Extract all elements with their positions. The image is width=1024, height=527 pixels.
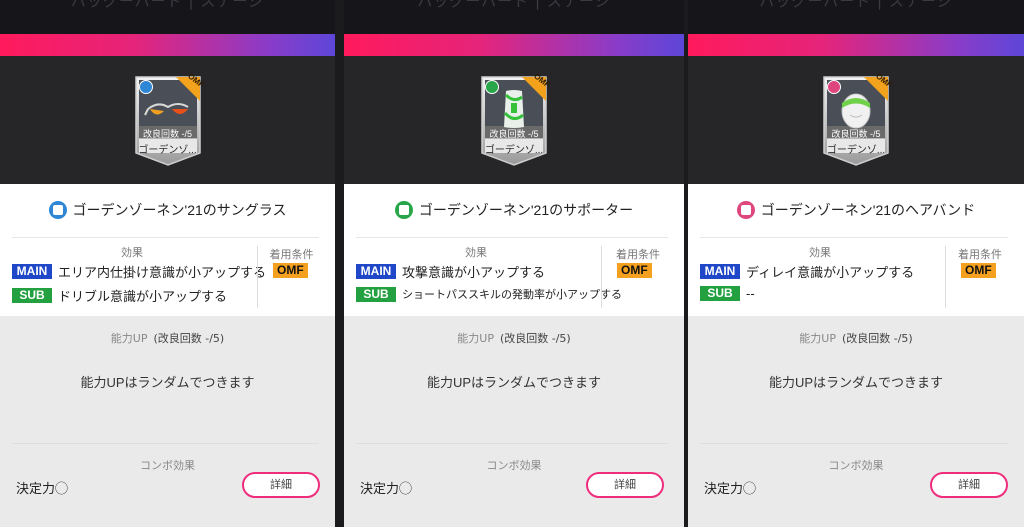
header-gradient-bar bbox=[0, 34, 335, 56]
item-panel-headband: バッグーバード | ステージ OMF 改良回数 -/5 ゴーデンゾ... ゴーデ… bbox=[688, 0, 1024, 527]
card-refine-count: 改良回数 -/5 bbox=[489, 129, 539, 139]
main-effect-text: 攻撃意識が小アップする bbox=[402, 265, 546, 280]
item-panel-sunglasses: バッグーバード | ステージ OMF 改良回数 -/5 ゴーデンゾ... ゴーデ… bbox=[0, 0, 335, 527]
effects-section: 効果 MAIN 攻撃意識が小アップする SUB ショートパススキルの発動率が小ア… bbox=[356, 237, 668, 310]
card-refine-count: 改良回数 -/5 bbox=[142, 129, 192, 139]
effects-section: 効果 MAIN エリア内仕掛け意識が小アップする SUB ドリブル意識が小アップ… bbox=[12, 237, 319, 310]
sub-tag: SUB bbox=[356, 286, 396, 302]
item-title-row: ゴーデンゾーネン'21のヘアバンド bbox=[688, 197, 1024, 223]
top-strip: バッグーバード | ステージ bbox=[0, 0, 335, 34]
item-title: ゴーデンゾーネン'21のヘアバンド bbox=[760, 202, 976, 218]
supporter-icon bbox=[503, 90, 524, 128]
sub-tag: SUB bbox=[700, 286, 740, 301]
item-card[interactable]: OMF 改良回数 -/5 ゴーデンゾ... bbox=[134, 71, 205, 167]
sub-effect-text: ショートパススキルの発動率が小アップする bbox=[402, 289, 622, 301]
combo-divider bbox=[12, 443, 319, 444]
main-tag: MAIN bbox=[700, 264, 740, 279]
condition-position-badge: OMF bbox=[273, 263, 308, 278]
combo-effect-text: 決定力◯ bbox=[16, 481, 69, 496]
sub-effect-row: SUB ショートパススキルの発動率が小アップする bbox=[356, 286, 622, 302]
shirt-category-icon bbox=[736, 201, 755, 219]
condition-position-badge: OMF bbox=[617, 263, 652, 278]
sub-tag: SUB bbox=[12, 288, 52, 303]
ability-up-note: 能力UPはランダムでつきます bbox=[426, 375, 602, 390]
sunglasses-icon bbox=[143, 103, 189, 116]
sub-effect-row: SUB -- bbox=[700, 286, 755, 301]
vertical-divider bbox=[945, 246, 946, 308]
effects-section: 効果 MAIN ディレイ意識が小アップする SUB -- 着用条件 OMF bbox=[700, 237, 1008, 310]
ability-up-refine: (改良回数 -/5) bbox=[499, 332, 571, 345]
sub-effect-text: -- bbox=[746, 286, 755, 301]
ability-section: 能力UP (改良回数 -/5) 能力UPはランダムでつきます コンボ効果 決定力◯… bbox=[688, 316, 1024, 527]
main-tag: MAIN bbox=[356, 264, 396, 279]
main-effect-text: エリア内仕掛け意識が小アップする bbox=[58, 265, 267, 280]
main-tag: MAIN bbox=[12, 264, 52, 279]
ability-up-heading: 能力UP (改良回数 -/5) bbox=[0, 330, 335, 346]
item-title-row: ゴーデンゾーネン'21のサングラス bbox=[0, 197, 335, 223]
card-refine-count: 改良回数 -/5 bbox=[831, 129, 881, 139]
header-gradient-bar bbox=[688, 34, 1024, 56]
header-gradient-bar bbox=[344, 34, 684, 56]
detail-button[interactable]: 詳細 bbox=[242, 472, 320, 498]
top-strip: バッグーバード | ステージ bbox=[688, 0, 1024, 34]
faded-stage-title: バッグーバード | ステージ bbox=[70, 0, 265, 10]
combo-effect-text: 決定力◯ bbox=[360, 481, 413, 496]
sub-effect-row: SUB ドリブル意識が小アップする bbox=[12, 286, 227, 305]
item-title-row: ゴーデンゾーネン'21のサポーター bbox=[344, 197, 684, 223]
card-header-area: OMF 改良回数 -/5 ゴーデンゾ... bbox=[688, 56, 1024, 184]
ability-up-label: 能力UP bbox=[799, 332, 836, 345]
combo-heading: コンボ効果 bbox=[140, 459, 195, 472]
combo-heading: コンボ効果 bbox=[486, 459, 542, 472]
effects-heading: 効果 bbox=[809, 246, 831, 259]
faded-stage-title: バッグーバード | ステージ bbox=[759, 0, 953, 10]
condition-position-badge: OMF bbox=[961, 263, 996, 278]
card-name: ゴーデンゾ... bbox=[138, 145, 197, 156]
ability-up-label: 能力UP bbox=[457, 332, 494, 345]
condition-heading: 着用条件 bbox=[616, 248, 660, 261]
ability-section: 能力UP (改良回数 -/5) 能力UPはランダムでつきます コンボ効果 決定力◯… bbox=[0, 316, 335, 527]
main-effect-row: MAIN エリア内仕掛け意識が小アップする bbox=[12, 262, 266, 281]
combo-heading: コンボ効果 bbox=[828, 459, 884, 472]
card-name: ゴーデンゾ... bbox=[484, 145, 544, 156]
condition-heading: 着用条件 bbox=[269, 248, 314, 261]
ability-up-refine: (改良回数 -/5) bbox=[841, 332, 913, 345]
item-panel-supporter: バッグーバード | ステージ OMF 改良回数 -/5 ゴーデンゾ... ゴーデ… bbox=[344, 0, 684, 527]
main-effect-text: ディレイ意識が小アップする bbox=[746, 265, 915, 280]
main-effect-row: MAIN 攻撃意識が小アップする bbox=[356, 262, 545, 281]
card-header-area: OMF 改良回数 -/5 ゴーデンゾ... bbox=[0, 56, 335, 184]
main-effect-row: MAIN ディレイ意識が小アップする bbox=[700, 262, 914, 281]
ability-up-heading: 能力UP (改良回数 -/5) bbox=[688, 330, 1024, 346]
effects-heading: 効果 bbox=[121, 246, 143, 259]
vertical-divider bbox=[257, 246, 258, 308]
combo-divider bbox=[700, 443, 1008, 444]
detail-button[interactable]: 詳細 bbox=[930, 472, 1008, 498]
sub-effect-text: ドリブル意識が小アップする bbox=[58, 289, 228, 304]
combo-divider bbox=[356, 443, 668, 444]
ability-up-heading: 能力UP (改良回数 -/5) bbox=[344, 330, 684, 346]
ability-up-label: 能力UP bbox=[110, 332, 148, 345]
card-header-area: OMF 改良回数 -/5 ゴーデンゾ... bbox=[344, 56, 684, 184]
item-title: ゴーデンゾーネン'21のサポーター bbox=[418, 202, 634, 218]
effects-heading: 効果 bbox=[465, 246, 487, 259]
ability-section: 能力UP (改良回数 -/5) 能力UPはランダムでつきます コンボ効果 決定力◯… bbox=[344, 316, 684, 527]
card-name: ゴーデンゾ... bbox=[826, 145, 886, 156]
item-card[interactable]: OMF 改良回数 -/5 ゴーデンゾ... bbox=[822, 71, 894, 167]
top-strip: バッグーバード | ステージ bbox=[344, 0, 684, 34]
item-card[interactable]: OMF 改良回数 -/5 ゴーデンゾ... bbox=[480, 71, 552, 167]
condition-heading: 着用条件 bbox=[958, 248, 1002, 261]
ability-up-note: 能力UPはランダムでつきます bbox=[80, 375, 255, 390]
detail-button[interactable]: 詳細 bbox=[586, 472, 664, 498]
ability-up-note: 能力UPはランダムでつきます bbox=[768, 375, 944, 390]
shirt-category-icon bbox=[394, 201, 413, 219]
ability-up-refine: (改良回数 -/5) bbox=[153, 332, 225, 345]
headband-icon bbox=[841, 93, 871, 129]
shirt-category-icon bbox=[48, 201, 67, 219]
item-title: ゴーデンゾーネン'21のサングラス bbox=[72, 202, 287, 218]
vertical-divider bbox=[601, 246, 602, 308]
faded-stage-title: バッグーバード | ステージ bbox=[417, 0, 611, 10]
combo-effect-text: 決定力◯ bbox=[704, 481, 757, 496]
